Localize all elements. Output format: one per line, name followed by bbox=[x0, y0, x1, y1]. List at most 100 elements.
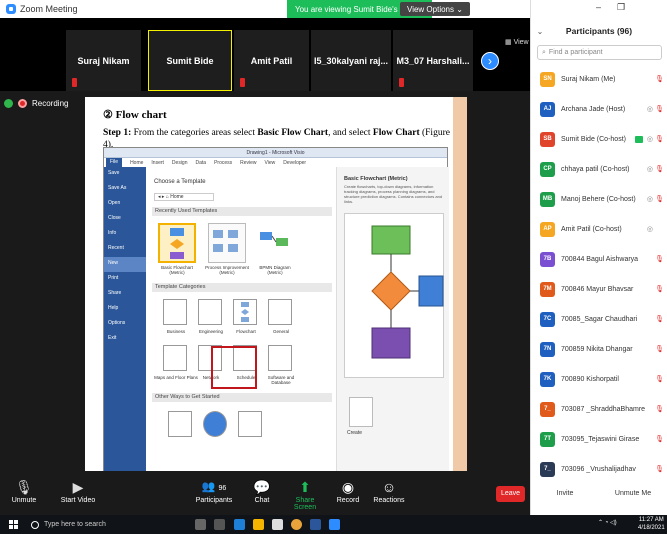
video-tile-1[interactable]: Suraj Nikam bbox=[66, 30, 141, 91]
muted-mic-icon: 🎙 bbox=[15, 479, 33, 495]
participant-row[interactable]: MB Manoj Behere (Co-host) ◎ 🎙 bbox=[531, 184, 667, 214]
app-title: Zoom Meeting bbox=[0, 4, 78, 14]
search-icon: ⌕ bbox=[542, 48, 546, 56]
microphone-taskbar-icon[interactable] bbox=[195, 519, 206, 530]
participant-row[interactable]: 7K 700890 Kishorpatil 🎙 bbox=[531, 364, 667, 394]
meeting-toolbar: 🎙 Unmute ▶ Start Video 👥 96 Participants… bbox=[0, 471, 530, 515]
visio-screenshot: Drawing1 - Microsoft Visio File Home Ins… bbox=[103, 147, 449, 471]
participant-row[interactable]: SN Suraj Nikam (Me) 🎙 bbox=[531, 64, 667, 94]
windows-start-icon[interactable] bbox=[9, 520, 18, 529]
next-page-button[interactable]: › bbox=[481, 52, 499, 70]
muted-mic-icon: 🎙 bbox=[655, 466, 664, 473]
muted-mic-icon bbox=[72, 78, 77, 87]
edge-icon[interactable] bbox=[234, 519, 245, 530]
start-video-label: Start Video bbox=[60, 497, 96, 504]
collapse-chevron-icon[interactable]: ⌄ bbox=[531, 27, 549, 36]
software-category-icon bbox=[268, 345, 292, 371]
muted-mic-icon: 🎙 bbox=[655, 436, 664, 443]
document-heading: ② Flow chart bbox=[103, 109, 167, 121]
file-explorer-icon[interactable] bbox=[253, 519, 264, 530]
other-ways-band: Other Ways to Get Started bbox=[152, 393, 332, 402]
menu-options: Options bbox=[108, 320, 126, 326]
restore-icon[interactable]: ❐ bbox=[617, 2, 625, 13]
participant-name: 703087 _ShraddhaBhamre bbox=[561, 405, 646, 413]
participant-search-input[interactable]: ⌕ Find a participant bbox=[537, 45, 662, 60]
view-options-button[interactable]: View Options ⌄ bbox=[400, 2, 470, 16]
unmute-button[interactable]: 🎙 Unmute bbox=[8, 477, 40, 504]
menu-exit: Exit bbox=[108, 335, 117, 341]
blank-drawing-icon bbox=[168, 411, 192, 437]
leave-button[interactable]: Leave bbox=[496, 486, 525, 502]
task-view-icon[interactable] bbox=[214, 519, 225, 530]
participant-row[interactable]: SB Sumit Bide (Co-host) ◎ 🎙 bbox=[531, 124, 667, 154]
participant-row[interactable]: AJ Archana Jade (Host) ◎ 🎙 bbox=[531, 94, 667, 124]
avatar: 7_ bbox=[540, 401, 555, 417]
chrome-icon[interactable] bbox=[291, 519, 302, 530]
record-dot-icon bbox=[18, 99, 27, 108]
unmute-label: Unmute bbox=[11, 497, 37, 504]
participant-row[interactable]: AP Amit Patil (Co-host) ◎ bbox=[531, 214, 667, 244]
zoom-taskbar-icon[interactable] bbox=[329, 519, 340, 530]
participant-row[interactable]: CP chhaya patil (Co-host) ◎ 🎙 bbox=[531, 154, 667, 184]
preview-description: Create flowcharts, top-down diagrams, in… bbox=[344, 184, 443, 204]
word-icon[interactable] bbox=[310, 519, 321, 530]
avatar: 7K bbox=[540, 371, 555, 387]
avatar: MB bbox=[540, 191, 555, 207]
unmute-me-button[interactable]: Unmute Me bbox=[599, 484, 667, 504]
avatar: 7B bbox=[540, 251, 555, 267]
menu-open: Open bbox=[108, 200, 121, 206]
muted-mic-icon: 🎙 bbox=[655, 196, 664, 203]
taskbar-clock[interactable]: 11:27 AM 4/18/2021 bbox=[638, 516, 665, 532]
share-screen-button[interactable]: ⬆ Share Screen bbox=[286, 477, 324, 511]
avatar: 7T bbox=[540, 431, 555, 447]
participant-row[interactable]: 7_ 703087 _ShraddhaBhamre 🎙 bbox=[531, 394, 667, 424]
participant-row[interactable]: 7T 703095_Tejaswini Girase 🎙 bbox=[531, 424, 667, 454]
highlight-box-flowchart bbox=[211, 346, 257, 389]
start-video-button[interactable]: ▶ Start Video bbox=[58, 477, 98, 504]
participant-strip: Suraj Nikam Sumit Bide Amit Patil I5_30k… bbox=[0, 18, 530, 91]
chat-button[interactable]: 💬 Chat bbox=[248, 477, 276, 504]
template-categories-band: Template Categories bbox=[152, 283, 332, 292]
taskbar-search-box[interactable]: Type here to search bbox=[31, 517, 187, 532]
video-tile-5[interactable]: M3_07 Harshali... bbox=[393, 30, 473, 91]
choose-template-label: Choose a Template bbox=[154, 179, 206, 185]
muted-mic-icon: 🎙 bbox=[655, 286, 664, 293]
video-tile-3[interactable]: Amit Patil bbox=[234, 30, 309, 91]
avatar: AJ bbox=[540, 101, 555, 117]
video-tile-4[interactable]: I5_30kalyani raj... bbox=[311, 30, 391, 91]
share-screen-label: Share Screen bbox=[293, 497, 317, 511]
ribbon-tab-review: Review bbox=[240, 159, 257, 166]
taskbar-search-placeholder: Type here to search bbox=[44, 521, 106, 528]
video-off-icon: ◎ bbox=[646, 136, 653, 143]
participant-row[interactable]: 7M 700846 Mayur Bhavsar 🎙 bbox=[531, 274, 667, 304]
record-button[interactable]: ◉ Record bbox=[334, 477, 362, 504]
video-tile-2[interactable]: Sumit Bide bbox=[148, 30, 232, 91]
menu-save: Save bbox=[108, 170, 120, 176]
step-bold-2: Flow Chart bbox=[372, 128, 420, 138]
reactions-label: Reactions bbox=[373, 497, 405, 504]
minimize-icon[interactable]: – bbox=[596, 2, 601, 13]
video-off-icon: ▶ bbox=[72, 479, 84, 495]
view-label: View bbox=[513, 39, 529, 46]
muted-mic-icon: 🎙 bbox=[655, 256, 664, 263]
muted-mic-icon bbox=[399, 78, 404, 87]
participant-row[interactable]: 7C 70085_Sagar Chaudhari 🎙 bbox=[531, 304, 667, 334]
gallery-view-button[interactable]: ▦ View bbox=[505, 38, 529, 46]
participant-row[interactable]: 7B 700844 Bagul Aishwarya 🎙 bbox=[531, 244, 667, 274]
participant-name: 700844 Bagul Aishwarya bbox=[561, 255, 639, 263]
participants-button[interactable]: 👥 96 Participants bbox=[190, 477, 238, 504]
tile-name: M3_07 Harshali... bbox=[396, 55, 470, 66]
category-caption-general: General bbox=[272, 329, 289, 334]
invite-button[interactable]: Invite bbox=[531, 484, 599, 504]
participant-row[interactable]: 7_ 703096 _Vrushalijadhav 🎙 bbox=[531, 454, 667, 484]
participant-row[interactable]: 7N 700859 Nikita Dhangar 🎙 bbox=[531, 334, 667, 364]
video-off-icon: ◎ bbox=[646, 226, 653, 233]
reactions-button[interactable]: ☺ Reactions bbox=[372, 477, 406, 504]
system-tray-icons[interactable]: ⌃ ◔ ◁) bbox=[598, 519, 617, 526]
process-thumb-icon bbox=[213, 230, 238, 252]
store-icon[interactable] bbox=[272, 519, 283, 530]
participant-name: 703095_Tejaswini Girase bbox=[561, 435, 640, 443]
avatar: 7M bbox=[540, 281, 555, 297]
ribbon-tab-home: Home bbox=[130, 159, 144, 166]
template-nav-home: ◂ ▸ ⌂ Home bbox=[154, 193, 214, 201]
